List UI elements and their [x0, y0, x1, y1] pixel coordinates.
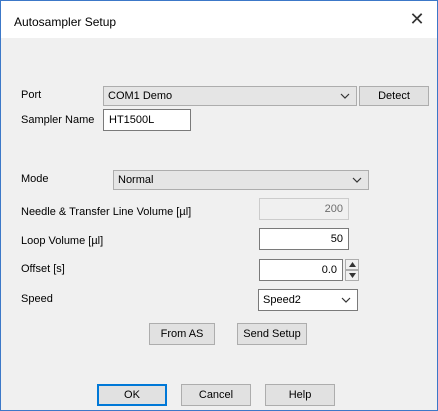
chevron-down-icon — [352, 177, 362, 183]
speed-label: Speed — [21, 293, 53, 305]
window-title: Autosampler Setup — [14, 15, 117, 29]
chevron-down-icon — [341, 297, 351, 303]
offset-spinner — [345, 259, 359, 281]
mode-label: Mode — [21, 173, 49, 185]
offset-label: Offset [s] — [21, 263, 65, 275]
close-button[interactable]: ✕ — [397, 1, 437, 38]
port-label: Port — [21, 89, 42, 101]
autosampler-setup-dialog: Autosampler Setup ✕ Port COM1 Demo Detec… — [0, 0, 438, 411]
spin-down-button[interactable] — [345, 270, 359, 281]
mode-select[interactable]: Normal — [113, 170, 369, 190]
speed-select[interactable]: Speed2 — [258, 289, 358, 311]
from-as-button[interactable]: From AS — [149, 323, 215, 345]
spin-up-icon — [348, 262, 356, 267]
spin-up-button[interactable] — [345, 259, 359, 270]
loop-volume-label: Loop Volume [µl] — [21, 235, 104, 247]
sampler-name-field[interactable]: HT1500L — [103, 109, 191, 131]
sampler-name-label: Sampler Name — [21, 114, 95, 126]
send-setup-button[interactable]: Send Setup — [237, 323, 307, 345]
help-button[interactable]: Help — [265, 384, 335, 406]
cancel-button[interactable]: Cancel — [181, 384, 251, 406]
needle-volume-label: Needle & Transfer Line Volume [µl] — [21, 206, 192, 218]
chevron-down-icon — [340, 93, 350, 99]
close-icon: ✕ — [409, 9, 425, 29]
loop-volume-field[interactable]: 50 — [259, 228, 349, 250]
ok-button[interactable]: OK — [97, 384, 167, 406]
needle-volume-field: 200 — [259, 198, 349, 220]
detect-button[interactable]: Detect — [359, 86, 429, 106]
mode-value: Normal — [118, 174, 154, 186]
port-select[interactable]: COM1 Demo — [103, 86, 357, 106]
speed-value: Speed2 — [263, 294, 301, 306]
port-value: COM1 Demo — [108, 90, 173, 102]
offset-field[interactable]: 0.0 — [259, 259, 343, 281]
spin-down-icon — [348, 273, 356, 278]
title-bar: Autosampler Setup ✕ — [1, 1, 437, 38]
